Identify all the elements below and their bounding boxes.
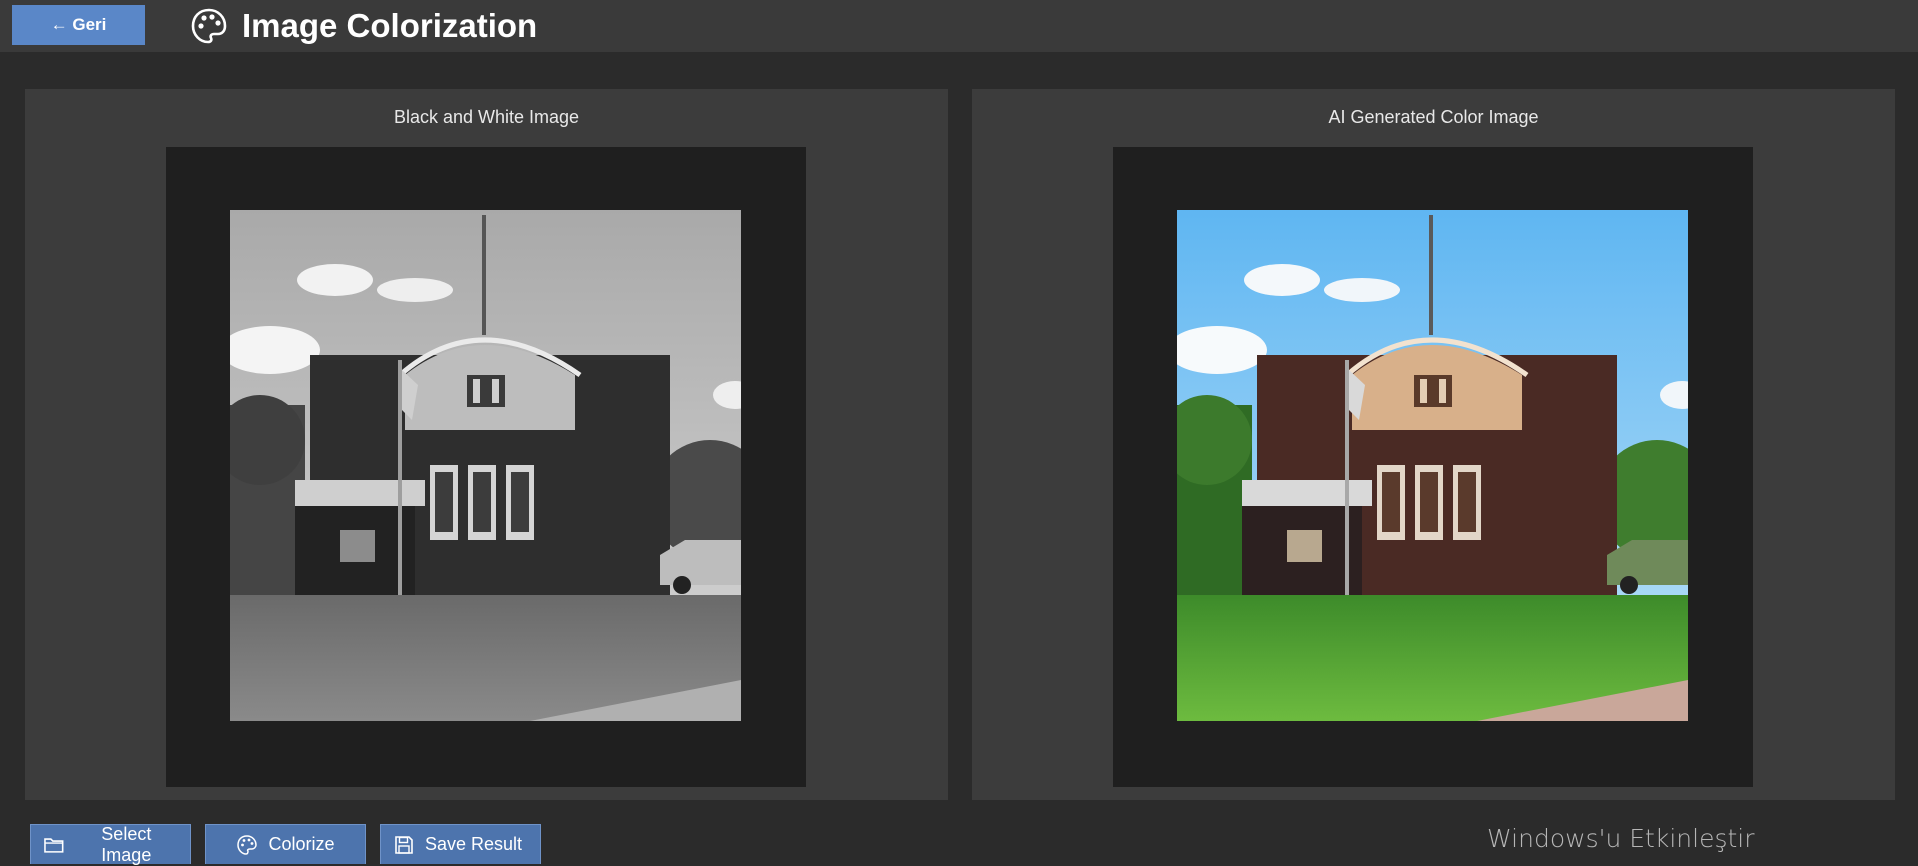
colorize-label: Colorize [268,834,335,854]
select-image-button[interactable]: Select Image [30,823,191,865]
save-result-label: Save Result [425,834,523,854]
bw-image [230,210,741,721]
header-bar: ← Geri Image Colorization [0,0,1918,52]
palette-icon [191,8,227,44]
palette-icon [237,834,258,855]
color-image [1177,210,1688,721]
page-title: Image Colorization [242,7,538,44]
back-button[interactable]: ← Geri [12,5,145,45]
action-toolbar: Select Image Colorize Save Result [30,823,541,865]
windows-activation-watermark: Windows'u Etkinleştir [1487,824,1755,853]
folder-icon [44,837,64,853]
bw-panel-label: Black and White Image [393,107,580,127]
color-panel-label: AI Generated Color Image [1328,107,1539,127]
color-image-frame [1113,147,1753,787]
floppy-disk-icon [395,835,413,854]
select-image-label: Select Image [101,823,152,865]
title-group: Image Colorization [190,6,537,46]
save-result-button[interactable]: Save Result [380,824,541,864]
bw-image-panel: Black and White Image [25,89,948,800]
bw-image-frame [166,147,806,787]
colorize-button[interactable]: Colorize [205,824,366,864]
color-image-panel: AI Generated Color Image [972,89,1895,800]
